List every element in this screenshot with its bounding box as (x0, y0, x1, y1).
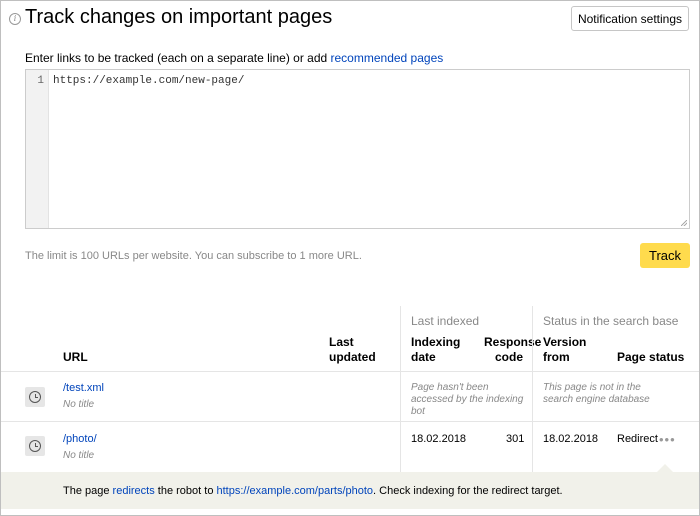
row-page-title: No title (63, 399, 95, 410)
indexing-date-line-1: Indexing (411, 335, 461, 349)
row-url-link[interactable]: /test.xml (63, 382, 104, 394)
line-number: 1 (37, 75, 44, 87)
url-limit-hint: The limit is 100 URLs per website. You c… (25, 250, 362, 262)
track-changes-panel: i Track changes on important pages Notif… (0, 0, 700, 516)
resize-handle-icon[interactable] (681, 220, 687, 226)
editor-line[interactable]: https://example.com/new-page/ (53, 75, 244, 87)
row-response-code: 301 (506, 433, 525, 445)
status-group-label: Status in the search base (543, 314, 679, 328)
indexing-date-line-2: date (411, 350, 436, 364)
redirect-info-text: The page redirects the robot to https://… (63, 485, 563, 497)
redirect-panel-pointer (657, 464, 673, 472)
column-header-version-from: Version from (543, 335, 586, 365)
last-updated-line-1: Last (329, 335, 354, 349)
row-page-title: No title (63, 450, 95, 461)
version-from-line-2: from (543, 350, 570, 364)
row-indexing-date: 18.02.2018 (411, 433, 467, 445)
last-updated-line-2: updated (329, 350, 376, 364)
notification-settings-button[interactable]: Notification settings (571, 6, 689, 31)
row-divider (1, 421, 699, 422)
column-header-url: URL (63, 350, 88, 364)
column-header-indexing-date: Indexing date (411, 335, 460, 365)
redirect-text-prefix: The page (63, 485, 113, 497)
version-from-line-1: Version (543, 335, 587, 349)
intro-text: Enter links to be tracked (each on a sep… (25, 51, 443, 65)
line-gutter: 1 (26, 70, 49, 228)
info-icon[interactable]: i (9, 13, 21, 25)
recommended-pages-link[interactable]: recommended pages (331, 51, 444, 65)
last-indexed-group-label: Last indexed (411, 314, 480, 328)
intro-label: Enter links to be tracked (each on a sep… (25, 51, 331, 65)
column-divider (532, 306, 533, 472)
row-history-button[interactable] (25, 436, 45, 456)
row-url-link[interactable]: /photo/ (63, 433, 97, 445)
page-title: Track changes on important pages (25, 6, 333, 28)
redirect-info-panel: The page redirects the robot to https://… (1, 472, 699, 509)
row-history-button[interactable] (25, 387, 45, 407)
redirect-text-middle: the robot to (154, 485, 217, 497)
row-indexing-note: Page hasn't been accessed by the indexin… (411, 382, 524, 417)
url-editor[interactable]: 1 https://example.com/new-page/ (25, 69, 690, 229)
redirects-help-link[interactable]: redirects (113, 485, 155, 497)
header-divider (1, 371, 699, 372)
column-header-page-status: Page status (617, 350, 685, 364)
clock-icon (29, 440, 41, 452)
row-page-status: Redirect (617, 433, 658, 445)
column-header-last-updated: Last updated (329, 335, 376, 365)
row-version-from: 18.02.2018 (543, 433, 599, 445)
more-options-icon[interactable]: ••• (659, 432, 676, 447)
column-divider (400, 306, 401, 472)
redirect-target-link[interactable]: https://example.com/parts/photo (217, 485, 374, 497)
row-status-note: This page is not in the search engine da… (543, 382, 650, 405)
clock-icon (29, 391, 41, 403)
track-button[interactable]: Track (640, 243, 690, 268)
redirect-text-suffix: . Check indexing for the redirect target… (373, 485, 563, 497)
